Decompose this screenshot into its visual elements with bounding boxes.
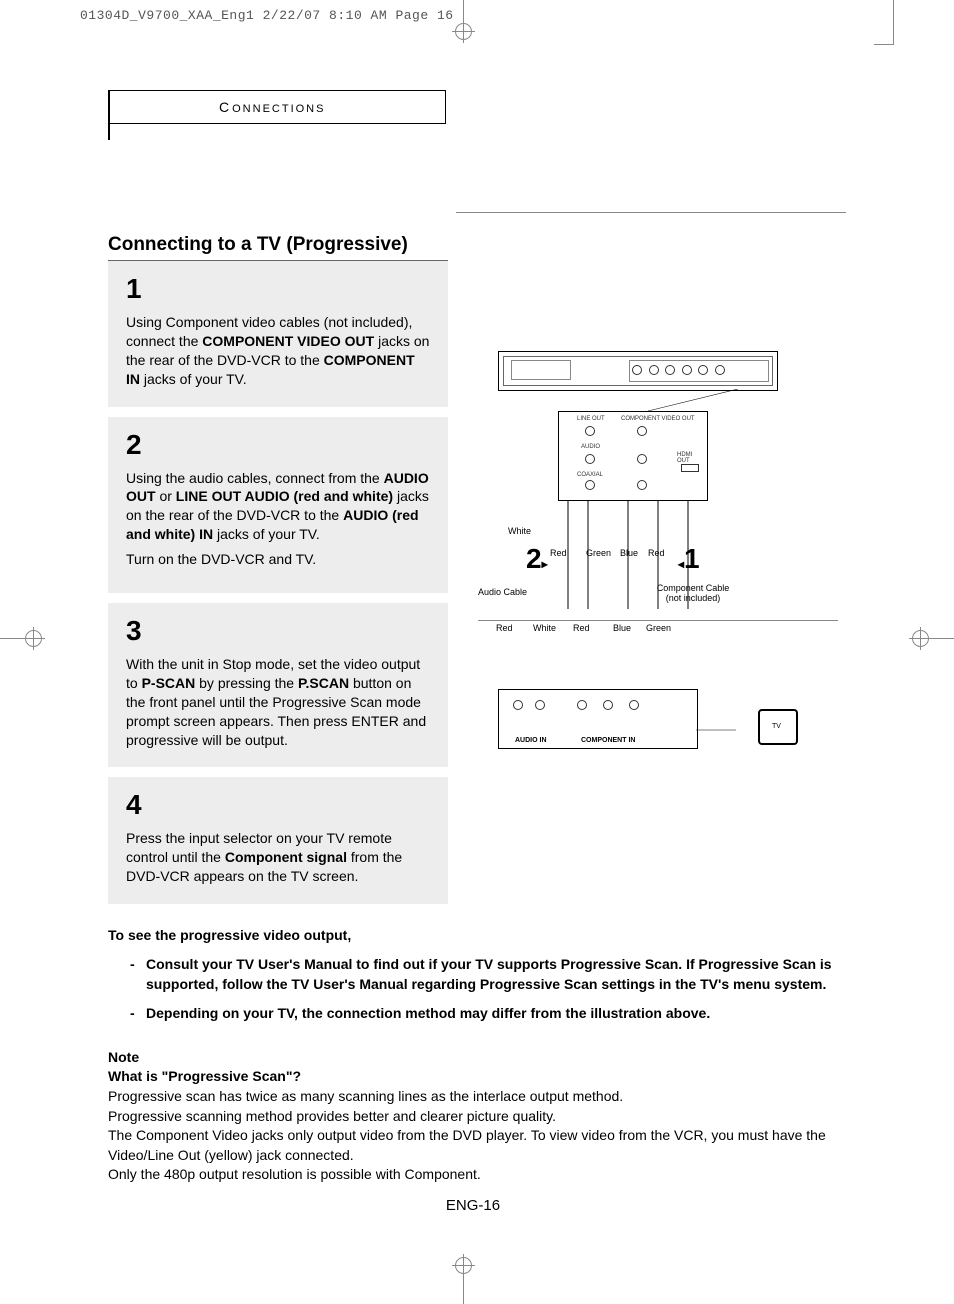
tv-rear-panel: AUDIO IN COMPONENT IN xyxy=(498,689,698,749)
color-label: White xyxy=(533,623,556,633)
color-label: Green xyxy=(586,548,611,558)
note-line: Progressive scan has twice as many scann… xyxy=(108,1087,838,1107)
color-label: Green xyxy=(646,623,671,633)
step-number: 2 xyxy=(126,429,430,461)
page-number: ENG-16 xyxy=(108,1197,838,1214)
step-1: 1 Using Component video cables (not incl… xyxy=(108,261,448,407)
step-4: 4 Press the input selector on your TV re… xyxy=(108,777,448,904)
panel-label: COAXIAL xyxy=(577,472,677,478)
jack-panel: LINE OUT COMPONENT VIDEO OUT AUDIO COAXI… xyxy=(558,411,708,501)
diagram-step-2: 2▸ xyxy=(526,543,548,575)
color-label: Red xyxy=(648,548,665,558)
crop-mark xyxy=(463,1274,464,1304)
crop-mark xyxy=(0,638,25,639)
section-label-rest: ONNECTIONS xyxy=(232,103,325,115)
crop-mark xyxy=(929,638,954,639)
tv-label: AUDIO IN xyxy=(515,737,547,744)
panel-label: AUDIO xyxy=(581,444,681,450)
print-header: 01304D_V9700_XAA_Eng1 2/22/07 8:10 AM Pa… xyxy=(80,8,454,23)
color-label: Red xyxy=(496,623,513,633)
note-line: Only the 480p output resolution is possi… xyxy=(108,1165,838,1185)
page-title: Connecting to a TV (Progressive) xyxy=(108,234,838,256)
panel-label: COMPONENT VIDEO OUT xyxy=(621,416,721,422)
note-line: Progressive scanning method provides bet… xyxy=(108,1107,838,1127)
bullet-item: Depending on your TV, the connection met… xyxy=(130,1004,838,1024)
step-text: Press the input selector on your TV remo… xyxy=(126,829,430,886)
note-line: The Component Video jacks only output vi… xyxy=(108,1126,838,1165)
color-label: Red xyxy=(573,623,590,633)
color-label: Blue xyxy=(620,548,638,558)
note-label: Note xyxy=(108,1048,838,1068)
crop-mark xyxy=(463,20,464,43)
bullet-item: Consult your TV User's Manual to find ou… xyxy=(130,955,838,994)
step-number: 3 xyxy=(126,615,430,647)
tv-label: COMPONENT IN xyxy=(581,737,635,744)
divider-line xyxy=(456,212,846,213)
divider-line xyxy=(478,620,838,621)
crop-mark xyxy=(893,0,894,44)
step-text: Using the audio cables, connect from the… xyxy=(126,469,430,569)
note-heading: What is "Progressive Scan"? xyxy=(108,1067,838,1087)
step-number: 1 xyxy=(126,273,430,305)
color-label: Red xyxy=(550,548,567,558)
color-label: White xyxy=(508,526,531,536)
subsection-heading: To see the progressive video output, xyxy=(108,926,838,945)
crop-mark xyxy=(33,627,34,650)
tv-icon xyxy=(758,709,798,745)
step-2: 2 Using the audio cables, connect from t… xyxy=(108,417,448,593)
cable-label: Component Cable (not included) xyxy=(648,583,738,603)
diagram-step-1: ◂1 xyxy=(678,543,700,575)
color-label: Blue xyxy=(613,623,631,633)
section-header: CONNECTIONS xyxy=(108,90,446,124)
crop-mark xyxy=(874,44,894,45)
step-text: Using Component video cables (not includ… xyxy=(126,313,430,389)
step-number: 4 xyxy=(126,789,430,821)
dvd-vcr-rear xyxy=(498,351,778,391)
step-text: With the unit in Stop mode, set the vide… xyxy=(126,655,430,749)
step-3: 3 With the unit in Stop mode, set the vi… xyxy=(108,603,448,767)
section-divider xyxy=(108,90,110,140)
cable-label: Audio Cable xyxy=(478,587,527,597)
crop-mark xyxy=(920,627,921,650)
section-label-first: C xyxy=(219,99,232,115)
panel-label: HDMI OUT xyxy=(677,452,705,464)
connection-diagram: LINE OUT COMPONENT VIDEO OUT AUDIO COAXI… xyxy=(478,351,798,771)
